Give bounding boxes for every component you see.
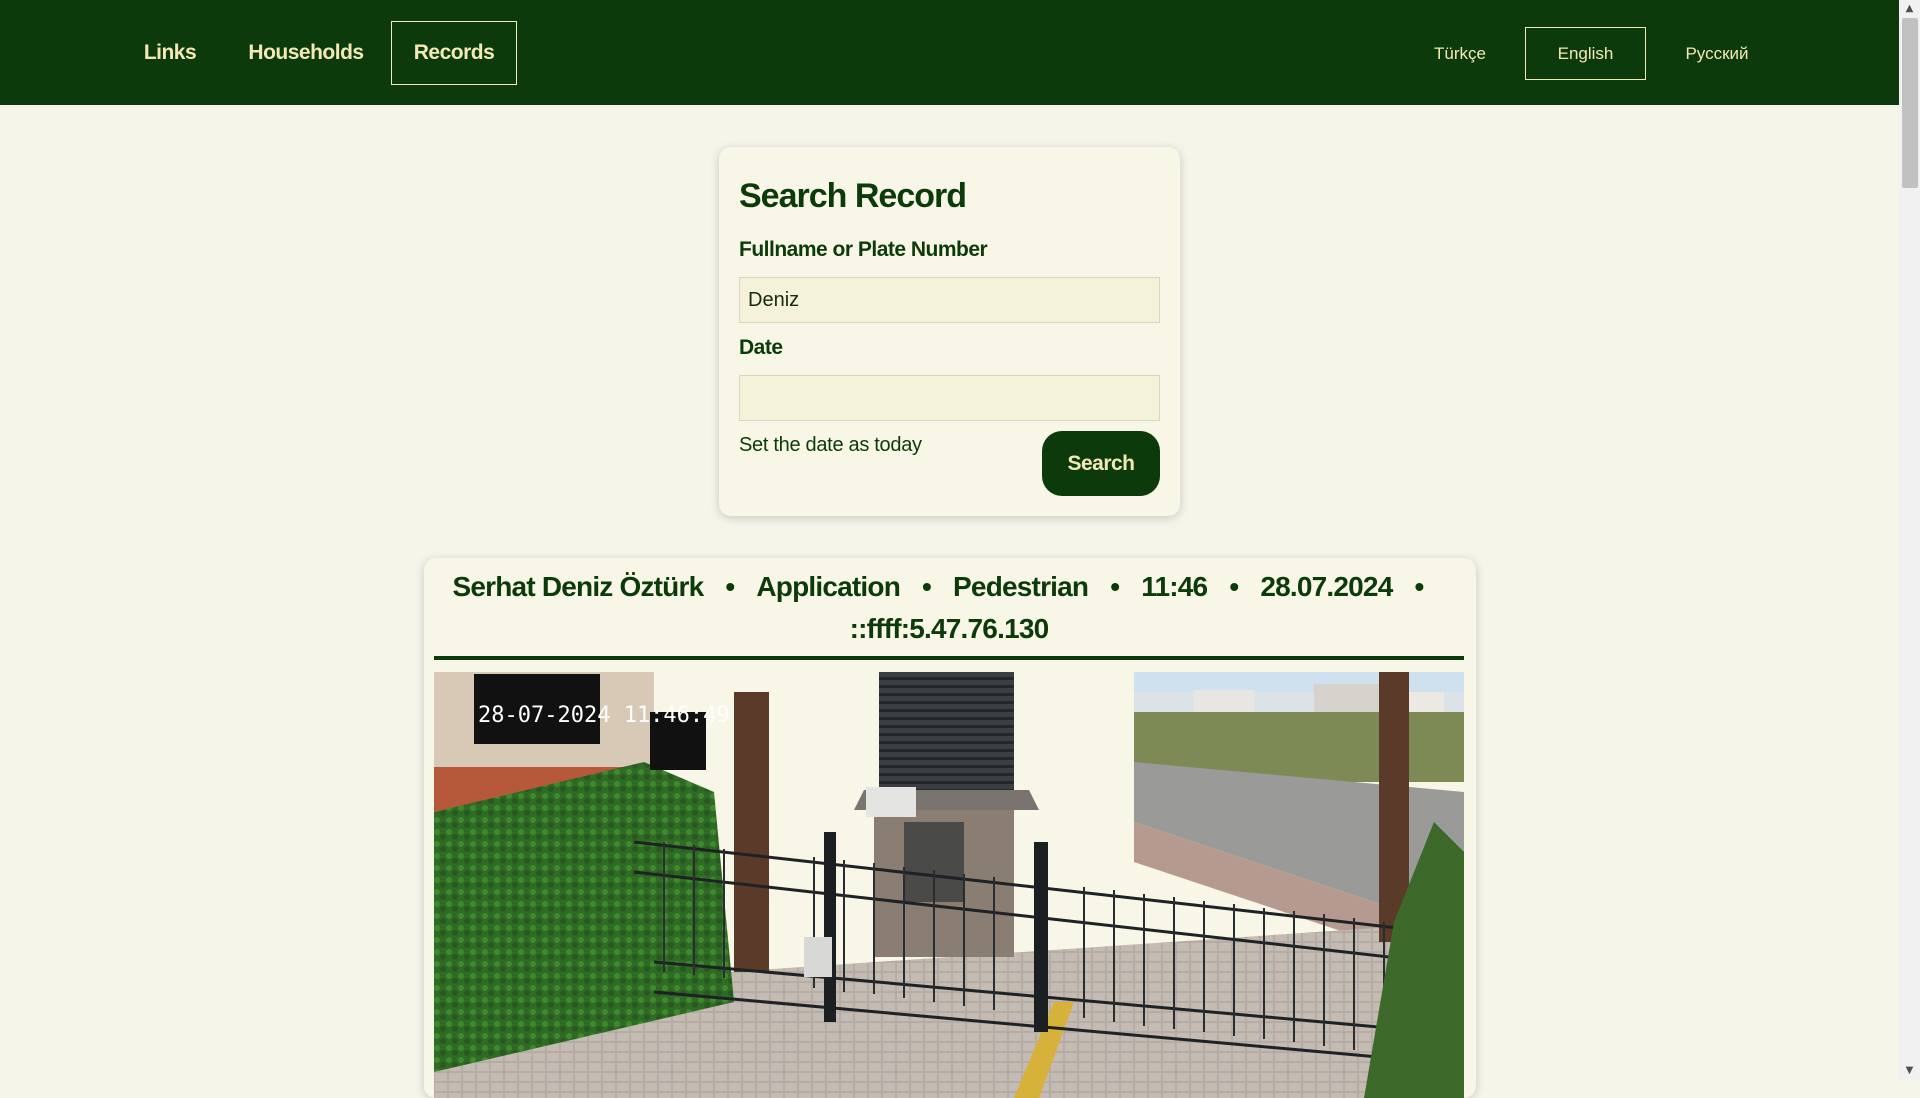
set-today-link[interactable]: Set the date as today (739, 434, 922, 457)
top-navbar: Links Households Records Türkçe English … (0, 0, 1899, 105)
page-scrollbar[interactable]: ▲ ▼ (1899, 0, 1920, 1080)
search-button[interactable]: Search (1042, 431, 1160, 496)
date-input[interactable] (739, 375, 1160, 421)
separator: • (1414, 571, 1424, 602)
record-date: 28.07.2024 (1260, 571, 1393, 602)
language-turkish[interactable]: Türkçe (1410, 27, 1510, 80)
nav-links[interactable]: Links (120, 21, 220, 85)
record-entry-card: Serhat Deniz Öztürk • Application • Pedestri… (424, 558, 1476, 1098)
camera-snapshot: 28-07-2024 11:46:49 (434, 672, 1464, 1098)
separator: • (922, 571, 932, 602)
scroll-down-arrow-icon[interactable]: ▼ (1899, 1062, 1920, 1080)
name-field-label: Fullname or Plate Number (739, 238, 988, 261)
separator: • (1229, 571, 1239, 602)
nav-records-active[interactable]: Records (391, 21, 517, 85)
search-title: Search Record (739, 177, 967, 215)
record-time: 11:46 (1141, 571, 1208, 602)
separator: • (725, 571, 735, 602)
search-record-card: Search Record Fullname or Plate Number D… (719, 147, 1180, 516)
scroll-thumb[interactable] (1902, 18, 1918, 188)
record-source: Application (756, 571, 901, 602)
language-english-active[interactable]: English (1525, 27, 1646, 80)
nav-households[interactable]: Households (236, 21, 376, 85)
date-field-label: Date (739, 336, 783, 359)
scroll-up-arrow-icon[interactable]: ▲ (1899, 0, 1920, 18)
camera-timestamp: 28-07-2024 11:46:49 (478, 703, 730, 728)
record-divider (434, 656, 1464, 660)
language-russian[interactable]: Русский (1662, 27, 1772, 80)
separator: • (1110, 571, 1120, 602)
gate-camera-image: 28-07-2024 11:46:49 (434, 672, 1464, 1098)
name-or-plate-input[interactable] (739, 277, 1160, 323)
record-type: Pedestrian (953, 571, 1089, 602)
record-ip: ::ffff:5.47.76.130 (849, 613, 1050, 644)
record-name: Serhat Deniz Öztürk (452, 571, 705, 602)
record-header: Serhat Deniz Öztürk • Application • Pedestri… (434, 566, 1464, 650)
